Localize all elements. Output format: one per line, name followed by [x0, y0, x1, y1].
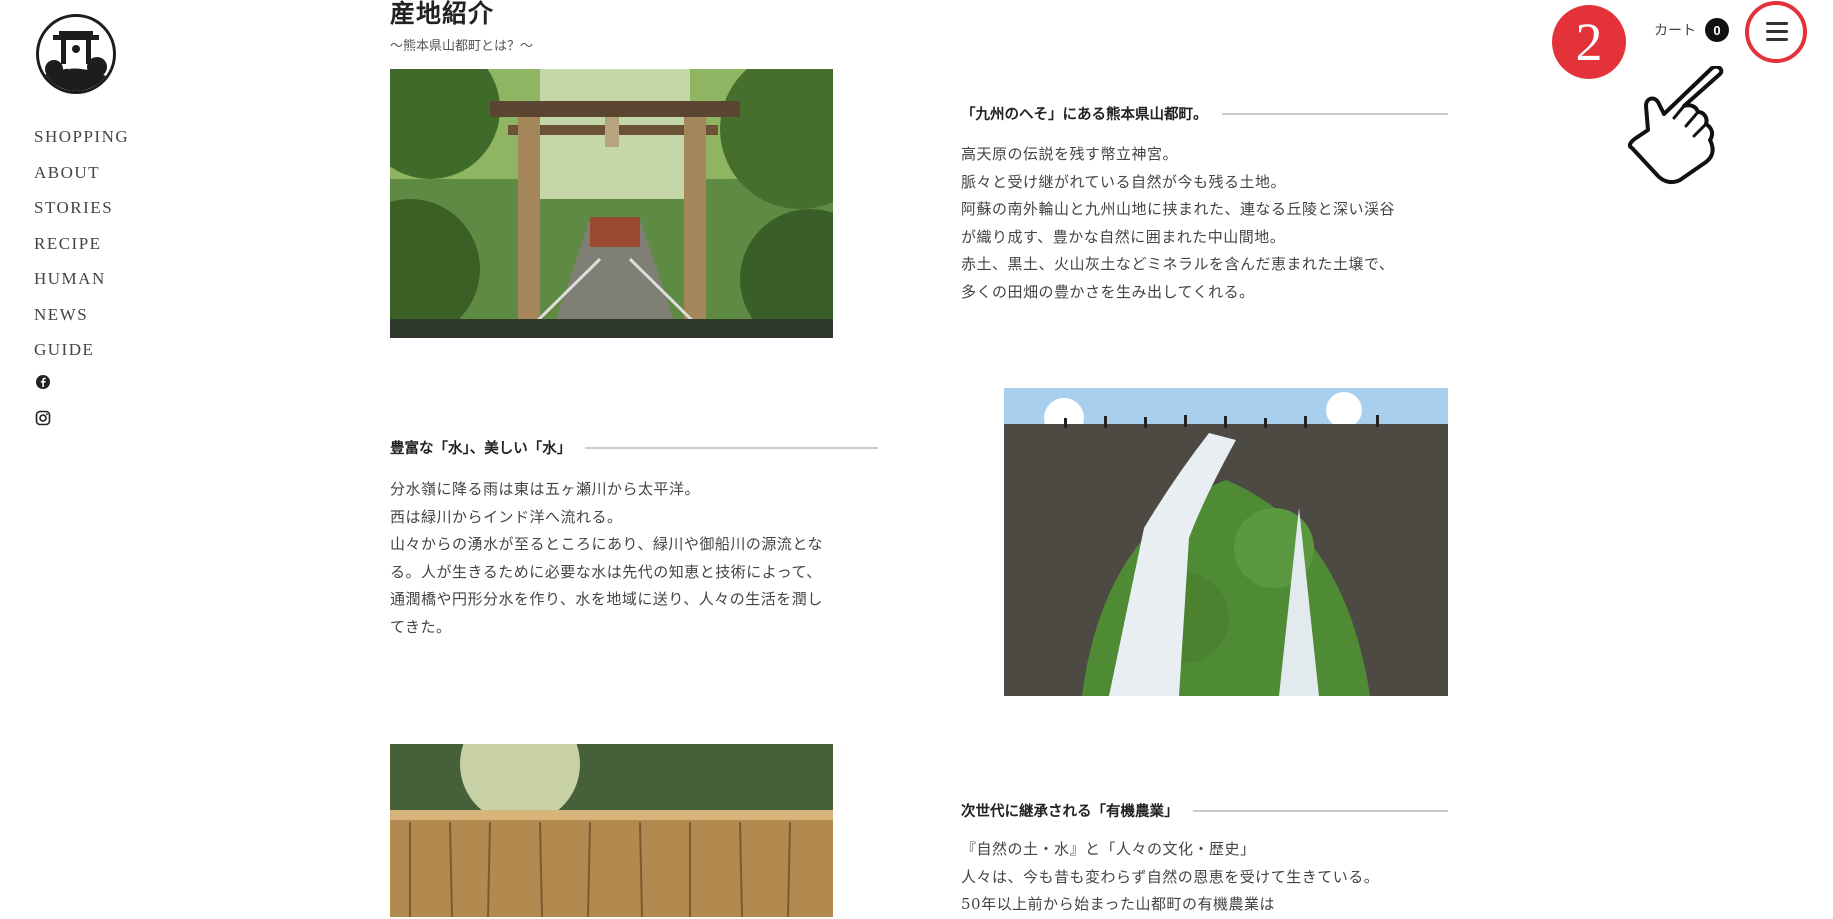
text-line: 脈々と受け継がれている自然が今も残る土地。 — [961, 172, 1287, 191]
nav-news[interactable]: NEWS — [34, 304, 129, 340]
main-nav: SHOPPING ABOUT STORIES RECIPE HUMAN NEWS… — [34, 126, 129, 375]
text-line: 人々は、今も昔も変わらず自然の恩恵を受けて生きている。 — [961, 867, 1380, 886]
title-rule — [585, 446, 878, 449]
step-number-badge: 2 — [1552, 5, 1626, 79]
nav-about[interactable]: ABOUT — [34, 162, 129, 198]
cart-label: カート — [1654, 23, 1696, 39]
instagram-icon[interactable] — [35, 410, 51, 426]
section-title-text: 豊富な「水」、美しい「水」 — [390, 440, 572, 457]
cart-count-badge: 0 — [1705, 18, 1729, 42]
hamburger-menu-button[interactable] — [1745, 1, 1807, 63]
nav-recipe[interactable]: RECIPE — [34, 233, 129, 269]
section-title-text: 「九州のへそ」にある熊本県山都町。 — [961, 106, 1208, 123]
text-line: 赤土、黒土、火山灰土などミネラルを含んだ恵まれた土壌で、 — [961, 255, 1395, 273]
nav-shopping[interactable]: SHOPPING — [34, 126, 129, 162]
text-line: 分水嶺に降る雨は東は五ヶ瀬川から太平洋。 — [390, 480, 701, 498]
text-line: が織り成す、豊かな自然に囲まれた中山間地。 — [961, 227, 1286, 246]
aqueduct-bridge-photo — [1004, 388, 1448, 696]
title-rule — [1192, 809, 1448, 812]
page-subtitle: 〜熊本県山都町とは？〜 — [390, 39, 534, 54]
text-line: 西は緑川からインド洋へ流れる。 — [390, 507, 623, 526]
section-title-organic-farming: 次世代に継承される「有機農業」 — [961, 800, 1448, 821]
text-line: る。人が生きるために必要な水は先代の知恵と技術によって、 — [390, 562, 822, 581]
text-line: 50年以上前から始まった山都町の有機農業は — [961, 895, 1275, 913]
section-text-organic-farming: 『自然の土・水』と「人々の文化・歴史」 人々は、今も昔も変わらず自然の恩恵を受け… — [961, 836, 1461, 919]
section-text-water: 分水嶺に降る雨は東は五ヶ瀬川から太平洋。 西は緑川からインド洋へ流れる。 山々か… — [390, 476, 890, 641]
facebook-icon[interactable] — [35, 374, 51, 390]
site-logo[interactable] — [36, 14, 116, 94]
section-title-text: 次世代に継承される「有機農業」 — [961, 803, 1179, 820]
page-title: 産地紹介 — [390, 0, 495, 28]
rice-field-photo — [390, 744, 833, 917]
pointing-hand-icon — [1628, 66, 1724, 185]
text-line: 多くの田畑の豊かさを生み出してくれる。 — [961, 282, 1255, 301]
section-title-water: 豊富な「水」、美しい「水」 — [390, 437, 878, 458]
text-line: 阿蘇の南外輪山と九州山地に挟まれた、連なる丘陵と深い渓谷 — [961, 200, 1396, 218]
text-line: 高天原の伝説を残す幣立神宮。 — [961, 145, 1179, 163]
nav-stories[interactable]: STORIES — [34, 197, 129, 233]
nav-guide[interactable]: GUIDE — [34, 339, 129, 375]
nav-human[interactable]: HUMAN — [34, 268, 129, 304]
cart-button[interactable]: カート 0 — [1654, 18, 1729, 42]
section-text-kyushu-navel: 高天原の伝説を残す幣立神宮。 脈々と受け継がれている自然が今も残る土地。 阿蘇の… — [961, 141, 1461, 306]
text-line: 『自然の土・水』と「人々の文化・歴史」 — [961, 840, 1256, 858]
text-line: 通潤橋や円形分水を作り、水を地域に送り、人々の生活を潤し — [390, 590, 823, 608]
title-rule — [1221, 112, 1448, 115]
section-title-kyushu-navel: 「九州のへそ」にある熊本県山都町。 — [961, 103, 1448, 124]
shrine-photo — [390, 69, 833, 338]
text-line: 山々からの湧水が至るところにあり、緑川や御船川の源流とな — [390, 535, 823, 553]
text-line: てきた。 — [390, 617, 452, 636]
